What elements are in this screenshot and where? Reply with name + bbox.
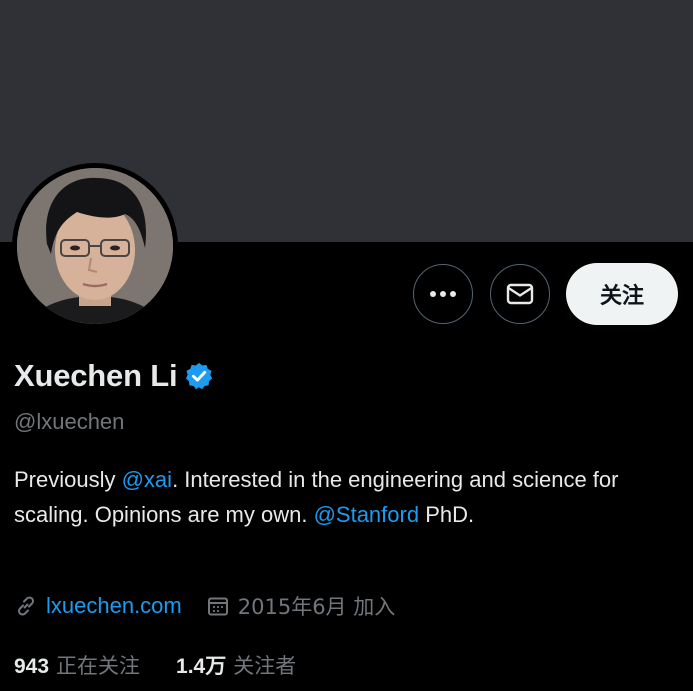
website-link[interactable]: lxuechen.com (46, 593, 182, 619)
envelope-icon (506, 283, 534, 305)
followers-label: 关注者 (233, 654, 297, 678)
following-count: 943 (14, 655, 50, 678)
following-label: 正在关注 (56, 654, 141, 678)
follow-stats: 943 正在关注 1.4万 关注者 (14, 650, 296, 680)
website-item[interactable]: lxuechen.com (14, 593, 182, 619)
mention-link-xai[interactable]: @xai (122, 467, 172, 492)
bio-text: PhD. (419, 502, 475, 527)
follow-button[interactable]: 关注 (566, 263, 678, 325)
following-stat[interactable]: 943 正在关注 (14, 650, 140, 680)
link-icon (17, 596, 35, 616)
display-name: Xuechen Li (14, 358, 178, 393)
avatar[interactable] (17, 168, 173, 324)
followers-count: 1.4万 (176, 655, 227, 678)
bio-text: Previously (14, 467, 122, 492)
more-horizontal-icon (430, 291, 456, 297)
join-date-item: 2015年6月 加入 (206, 591, 395, 621)
name-row: Xuechen Li (14, 358, 214, 394)
calendar-icon (207, 597, 228, 616)
profile-meta: lxuechen.com 2015年6月 加入 (14, 591, 395, 621)
more-options-button[interactable] (413, 264, 473, 324)
verified-badge-icon[interactable] (184, 361, 214, 391)
profile-bio: Previously @xai. Interested in the engin… (14, 462, 654, 532)
mention-link-stanford[interactable]: @Stanford (314, 502, 420, 527)
followers-stat[interactable]: 1.4万 关注者 (176, 650, 296, 680)
join-date-text: 2015年6月 加入 (237, 595, 396, 619)
avatar-photo (17, 168, 173, 324)
user-handle: @lxuechen (14, 409, 125, 434)
message-button[interactable] (490, 264, 550, 324)
